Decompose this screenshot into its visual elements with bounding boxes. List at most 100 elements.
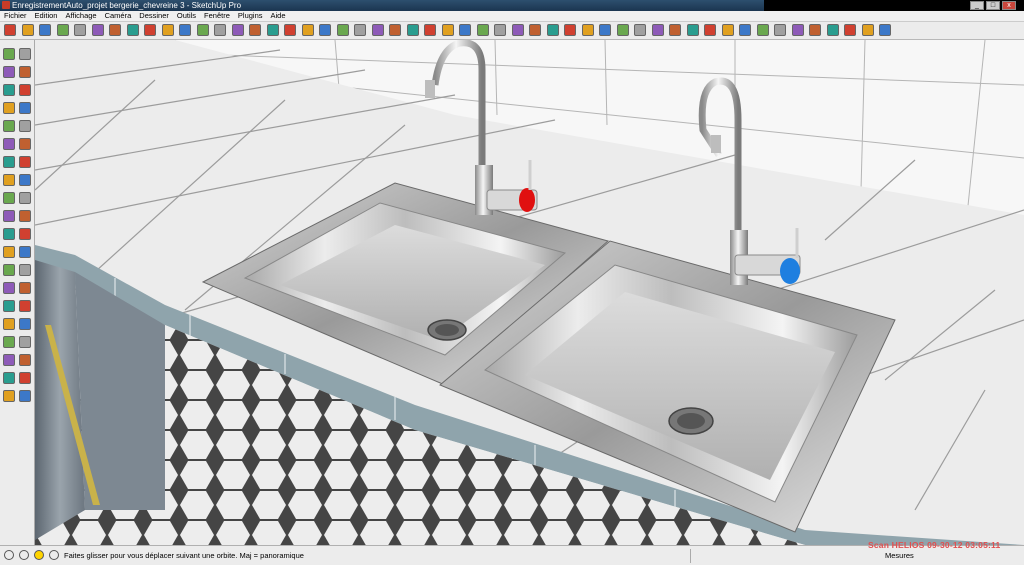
menu-fenetre[interactable]: Fenêtre <box>200 11 234 21</box>
polygon-icon[interactable] <box>3 120 15 132</box>
select-icon[interactable] <box>3 48 15 60</box>
section-plane-icon[interactable] <box>19 318 31 330</box>
protractor-icon[interactable] <box>3 210 15 222</box>
paint-bucket-icon[interactable] <box>3 66 15 78</box>
walk-icon[interactable] <box>441 24 454 36</box>
dimension-icon[interactable] <box>284 24 296 36</box>
push-pull-icon[interactable] <box>19 138 31 150</box>
zoom-window-icon[interactable] <box>389 24 401 36</box>
offset-icon[interactable] <box>19 174 31 186</box>
help-icon[interactable] <box>34 550 44 560</box>
left-view-icon[interactable] <box>669 24 681 36</box>
previous-icon[interactable] <box>3 282 15 294</box>
shadows-icon[interactable] <box>791 24 804 36</box>
select-icon[interactable] <box>4 24 16 36</box>
menu-outils[interactable]: Outils <box>173 11 200 21</box>
wireframe-icon[interactable] <box>704 24 716 36</box>
look-around-icon[interactable] <box>19 300 31 312</box>
menu-fichier[interactable]: Fichier <box>0 11 31 21</box>
rotate-icon[interactable] <box>3 156 15 168</box>
text-icon[interactable] <box>301 24 314 36</box>
3d-warehouse-icon[interactable] <box>529 24 541 36</box>
zoom-extents-icon[interactable] <box>19 282 31 294</box>
move-icon[interactable] <box>3 138 15 150</box>
pan-icon[interactable] <box>19 246 31 258</box>
dimension-icon[interactable] <box>19 192 31 204</box>
shaded-textures-icon[interactable] <box>756 24 769 36</box>
rectangle-icon[interactable] <box>3 84 15 96</box>
zoom-icon[interactable] <box>3 264 15 276</box>
add-detail-icon[interactable] <box>3 372 15 384</box>
walk-icon[interactable] <box>3 318 15 330</box>
components-icon[interactable] <box>511 24 524 36</box>
previous-view-icon[interactable] <box>424 24 436 36</box>
orbit-icon[interactable] <box>336 24 349 36</box>
text-icon[interactable] <box>19 210 31 222</box>
protractor-icon[interactable] <box>249 24 261 36</box>
pan-icon[interactable] <box>354 24 366 36</box>
eraser-icon[interactable] <box>91 24 104 36</box>
3d-text-icon[interactable] <box>319 24 331 36</box>
tape-measure-icon[interactable] <box>231 24 244 36</box>
model-viewport[interactable] <box>35 40 1024 545</box>
rectangle-icon[interactable] <box>39 24 51 36</box>
monochrome-icon[interactable] <box>774 24 786 36</box>
zoom-icon[interactable] <box>371 24 384 36</box>
zoom-extents-icon[interactable] <box>406 24 419 36</box>
maximize-button[interactable]: □ <box>986 1 1000 10</box>
look-around-icon[interactable] <box>459 24 471 36</box>
offset-icon[interactable] <box>214 24 226 36</box>
menu-plugins[interactable]: Plugins <box>234 11 267 21</box>
follow-me-icon[interactable] <box>179 24 191 36</box>
model-scene[interactable] <box>35 40 1024 545</box>
drape-icon[interactable] <box>19 354 31 366</box>
circle-icon[interactable] <box>3 102 15 114</box>
paint-bucket-icon[interactable] <box>109 24 121 36</box>
flip-edge-icon[interactable] <box>19 372 31 384</box>
freehand-icon[interactable] <box>19 120 31 132</box>
fog-icon[interactable] <box>809 24 821 36</box>
sandbox-icon[interactable] <box>3 336 15 348</box>
menu-dessiner[interactable]: Dessiner <box>135 11 173 21</box>
axes-icon[interactable] <box>3 228 15 240</box>
instructor-icon[interactable] <box>49 550 59 560</box>
menu-edition[interactable]: Edition <box>31 11 62 21</box>
scale-icon[interactable] <box>196 24 209 36</box>
iso-view-icon[interactable] <box>581 24 594 36</box>
ruby-console-icon[interactable] <box>879 24 891 36</box>
plugin-tools-icon[interactable] <box>861 24 874 36</box>
minimize-button[interactable]: _ <box>970 1 984 10</box>
tape-measure-icon[interactable] <box>3 192 15 204</box>
close-button[interactable]: x <box>1002 1 1016 10</box>
stamp-icon[interactable] <box>3 354 15 366</box>
3d-text-icon[interactable] <box>19 228 31 240</box>
front-view-icon[interactable] <box>616 24 629 36</box>
layer-icon[interactable] <box>844 24 856 36</box>
credits-icon[interactable] <box>19 550 29 560</box>
contours-icon[interactable] <box>3 390 15 402</box>
shaded-icon[interactable] <box>739 24 751 36</box>
geo-location-icon[interactable] <box>4 550 14 560</box>
back-view-icon[interactable] <box>651 24 664 36</box>
circle-icon[interactable] <box>56 24 69 36</box>
orbit-icon[interactable] <box>3 246 15 258</box>
component-icon[interactable] <box>19 48 31 60</box>
edge-style-icon[interactable] <box>826 24 839 36</box>
arc-icon[interactable] <box>74 24 86 36</box>
smoove-icon[interactable] <box>19 336 31 348</box>
menu-camera[interactable]: Caméra <box>101 11 136 21</box>
xray-icon[interactable] <box>686 24 699 36</box>
arc-icon[interactable] <box>19 102 31 114</box>
zoom-window-icon[interactable] <box>19 264 31 276</box>
push-pull-icon[interactable] <box>126 24 139 36</box>
scale-icon[interactable] <box>3 174 15 186</box>
top-view-icon[interactable] <box>599 24 611 36</box>
move-icon[interactable] <box>144 24 156 36</box>
right-view-icon[interactable] <box>634 24 646 36</box>
hidden-line-icon[interactable] <box>721 24 734 36</box>
rotate-icon[interactable] <box>161 24 174 36</box>
position-camera-icon[interactable] <box>476 24 489 36</box>
from-scratch-icon[interactable] <box>19 390 31 402</box>
share-model-icon[interactable] <box>546 24 559 36</box>
line-icon[interactable] <box>19 84 31 96</box>
